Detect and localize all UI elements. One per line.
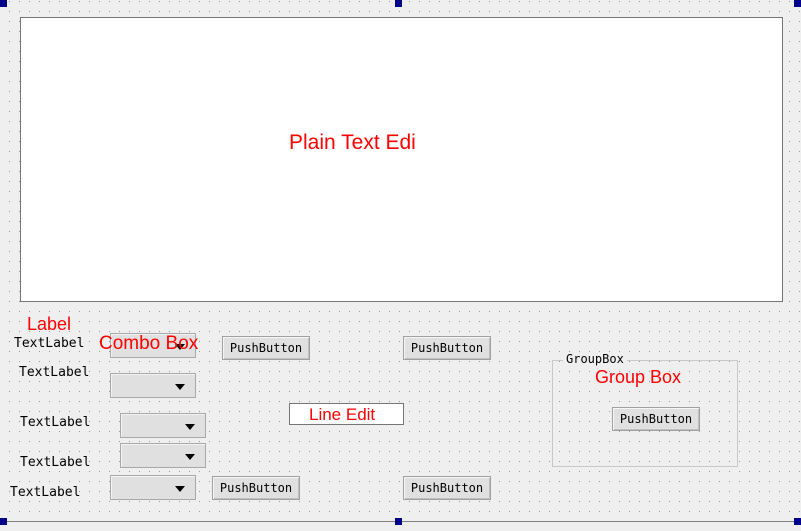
combo-box-1[interactable]	[110, 333, 196, 358]
chevron-down-icon	[175, 383, 185, 390]
resize-handle-bottom-right[interactable]	[794, 518, 801, 525]
group-box[interactable]: GroupBox PushButton	[552, 353, 738, 467]
combo-box-5[interactable]	[110, 475, 196, 500]
push-button-3[interactable]: PushButton	[212, 476, 300, 500]
line-edit[interactable]	[289, 403, 404, 425]
combo-box-4[interactable]	[120, 443, 206, 468]
text-label-5: TextLabel	[10, 485, 81, 500]
push-button-2[interactable]: PushButton	[403, 336, 491, 360]
resize-handle-top-left[interactable]	[0, 0, 7, 7]
resize-handle-bottom-center[interactable]	[395, 518, 402, 525]
chevron-down-icon	[185, 453, 195, 460]
resize-handle-bottom-left[interactable]	[0, 518, 7, 525]
designer-canvas[interactable]: Plain Text Edi Label TextLabel TextLabel…	[0, 0, 801, 531]
text-label-3: TextLabel	[20, 415, 91, 430]
combo-box-3[interactable]	[120, 413, 206, 438]
text-label-4: TextLabel	[20, 455, 91, 470]
push-button-1[interactable]: PushButton	[222, 336, 310, 360]
text-label-1: TextLabel	[14, 336, 85, 351]
chevron-down-icon	[185, 423, 195, 430]
push-button-4[interactable]: PushButton	[403, 476, 491, 500]
text-label-2: TextLabel	[19, 365, 90, 380]
chevron-down-icon	[175, 485, 185, 492]
plain-text-edit[interactable]	[20, 17, 783, 302]
group-box-title: GroupBox	[563, 353, 627, 365]
push-button-5[interactable]: PushButton	[612, 407, 700, 431]
chevron-down-icon	[175, 343, 185, 350]
resize-handle-top-right[interactable]	[794, 0, 801, 7]
resize-handle-top-center[interactable]	[395, 0, 402, 7]
combo-box-2[interactable]	[110, 373, 196, 398]
